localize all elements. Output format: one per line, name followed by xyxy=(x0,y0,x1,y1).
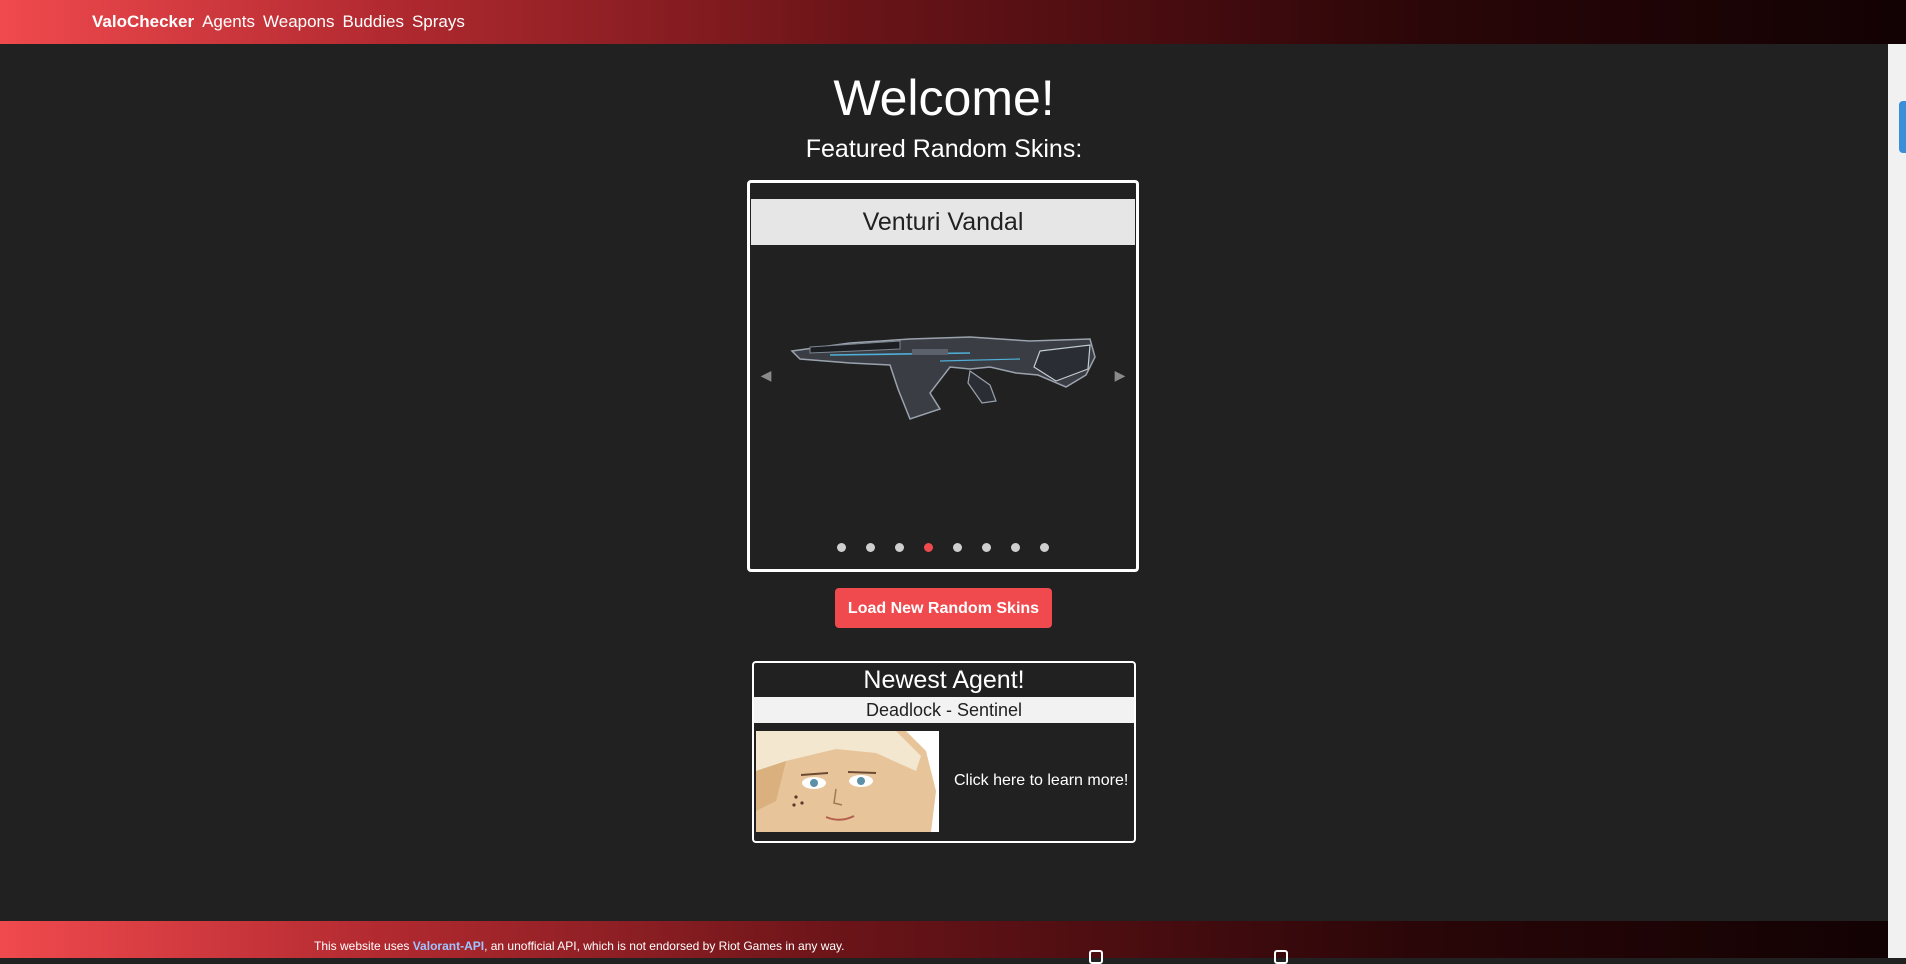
carousel-indicator-6[interactable] xyxy=(982,543,991,552)
top-navbar: ValoChecker Agents Weapons Buddies Spray… xyxy=(0,0,1906,44)
main-content: Welcome! Featured Random Skins: Venturi … xyxy=(0,44,1888,921)
carousel-indicator-8[interactable] xyxy=(1040,543,1049,552)
featured-skins-heading: Featured Random Skins: xyxy=(805,135,1083,163)
nav-link-sprays[interactable]: Sprays xyxy=(412,12,465,32)
newest-agent-card: Newest Agent! Deadlock - Sentinel Click … xyxy=(752,661,1136,843)
page-title: Welcome! xyxy=(833,70,1055,126)
disclaimer-prefix: This website uses xyxy=(314,939,413,953)
skin-image xyxy=(790,336,1096,420)
carousel-indicator-3[interactable] xyxy=(895,543,904,552)
brand-link[interactable]: ValoChecker xyxy=(92,12,194,32)
footer: This website uses Valorant-API, an unoff… xyxy=(0,921,1888,964)
carousel-indicator-4[interactable] xyxy=(924,543,933,552)
nav-link-agents[interactable]: Agents xyxy=(202,12,255,32)
agent-name-role: Deadlock - Sentinel xyxy=(754,697,1134,723)
scrollbar-thumb[interactable] xyxy=(1899,101,1906,153)
carousel-indicator-5[interactable] xyxy=(953,543,962,552)
github-icon[interactable] xyxy=(1089,950,1103,964)
skins-carousel: Venturi Vandal ◀ ▶ xyxy=(747,180,1139,572)
api-disclaimer: This website uses Valorant-API, an unoff… xyxy=(314,939,845,953)
carousel-indicators xyxy=(750,543,1136,552)
learn-more-link[interactable]: Click here to learn more! xyxy=(954,772,1128,790)
carousel-prev-icon[interactable]: ◀ xyxy=(756,365,776,385)
newest-agent-heading: Newest Agent! xyxy=(863,666,1025,694)
nav-link-buddies[interactable]: Buddies xyxy=(343,12,404,32)
carousel-next-icon[interactable]: ▶ xyxy=(1110,365,1130,385)
carousel-indicator-1[interactable] xyxy=(837,543,846,552)
agent-portrait[interactable] xyxy=(756,731,939,832)
social-icon[interactable] xyxy=(1274,950,1288,964)
nav-link-weapons[interactable]: Weapons xyxy=(263,12,335,32)
skin-name: Venturi Vandal xyxy=(751,199,1135,245)
carousel-indicator-7[interactable] xyxy=(1011,543,1020,552)
carousel-indicator-2[interactable] xyxy=(866,543,875,552)
page-scrollbar[interactable] xyxy=(1888,44,1906,958)
load-new-skins-button[interactable]: Load New Random Skins xyxy=(835,588,1052,628)
disclaimer-suffix: , an unofficial API, which is not endors… xyxy=(484,939,845,953)
valorant-api-link[interactable]: Valorant-API xyxy=(413,939,484,953)
